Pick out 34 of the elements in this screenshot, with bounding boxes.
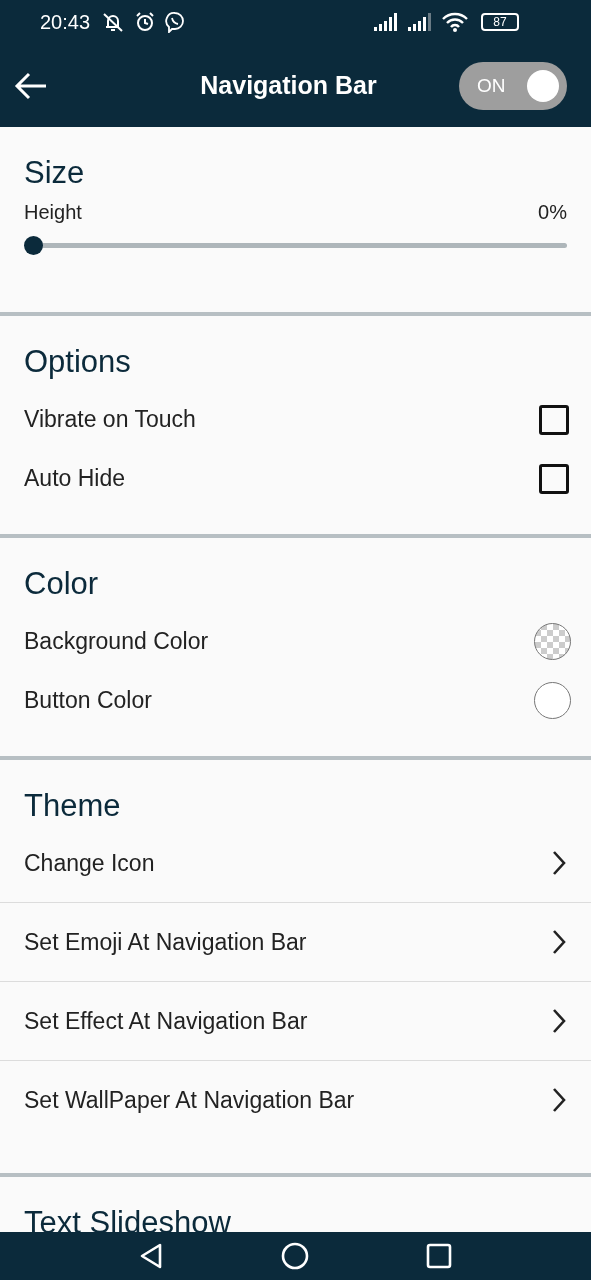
section-title: Color [23, 566, 100, 602]
slider-value: 0% [538, 201, 567, 224]
slider-track[interactable] [24, 236, 567, 255]
back-icon[interactable] [14, 70, 48, 101]
signal-icon [373, 13, 399, 31]
screen-title: Navigation Bar [199, 71, 378, 100]
option-label: Auto Hide [24, 465, 125, 492]
option-label: Vibrate on Touch [24, 406, 196, 433]
home-circle-icon[interactable] [281, 1242, 310, 1270]
recents-square-icon[interactable] [425, 1242, 454, 1270]
checkbox[interactable] [539, 404, 569, 435]
color-swatch[interactable] [534, 682, 571, 719]
section-title: Theme [23, 788, 122, 824]
menu-item[interactable]: Set Emoji At Navigation Bar [0, 903, 591, 982]
color-label: Button Color [24, 687, 152, 714]
wifi-icon [441, 12, 469, 32]
slider-thumb[interactable] [24, 236, 43, 255]
chat-phone-icon [164, 11, 187, 33]
checkbox[interactable] [539, 463, 569, 494]
section-title: Size [23, 155, 86, 191]
battery-icon: 87 [481, 13, 519, 31]
status-time: 20:43 [40, 10, 91, 34]
chevron-right-icon [551, 1008, 567, 1034]
section-title: Options [23, 344, 132, 380]
menu-item[interactable]: Set Effect At Navigation Bar [0, 982, 591, 1061]
chevron-right-icon [551, 850, 567, 876]
signal-icon [407, 13, 433, 31]
menu-item[interactable]: Set WallPaper At Navigation Bar [0, 1061, 591, 1139]
menu-item[interactable]: Change Icon [0, 824, 591, 903]
slider-label: Height [24, 201, 82, 224]
color-label: Background Color [24, 628, 209, 655]
chevron-right-icon [551, 1087, 567, 1113]
chevron-right-icon [551, 929, 567, 955]
color-swatch[interactable] [534, 623, 571, 660]
